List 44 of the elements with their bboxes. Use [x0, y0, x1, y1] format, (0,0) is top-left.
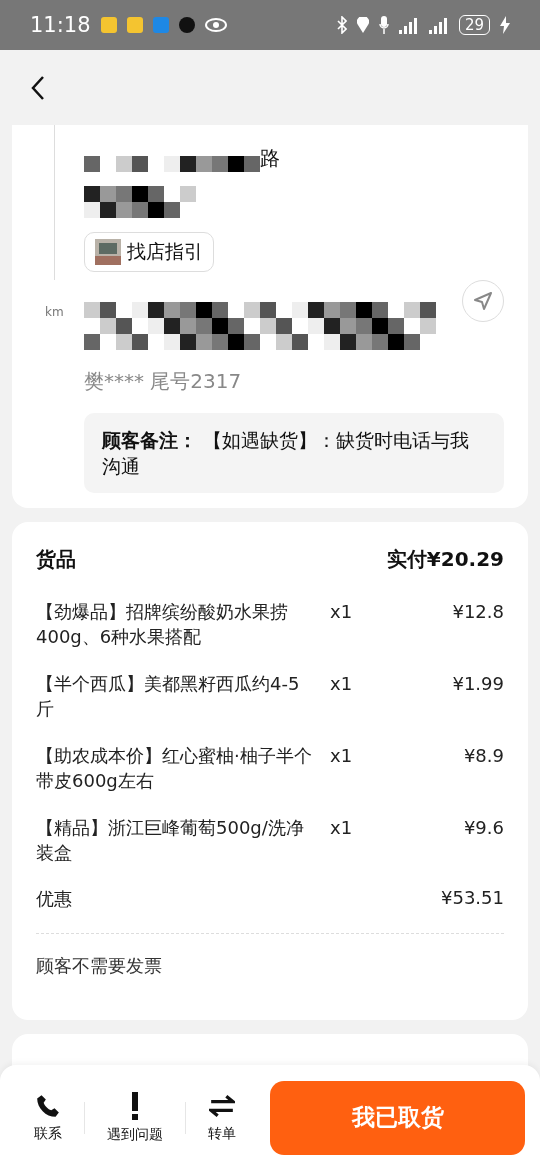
eye-icon: [204, 18, 227, 32]
status-time: 11:18: [30, 13, 91, 37]
signal-icon: [428, 16, 449, 34]
location-icon: [356, 17, 369, 33]
item-price: ¥12.8: [451, 600, 504, 624]
item-name: 【助农成本价】红心蜜柚·柚子半个带皮600g左右: [36, 744, 313, 793]
store-guide-button[interactable]: 找店指引: [84, 232, 214, 272]
app-icon: [100, 17, 117, 33]
navigation-icon: [473, 291, 493, 311]
discount-amount: ¥53.51: [441, 887, 504, 908]
action-button[interactable]: 转单: [186, 1092, 258, 1143]
action-button[interactable]: 联系: [12, 1092, 84, 1143]
item-quantity: x1: [330, 672, 354, 696]
address-text: 路: [260, 145, 280, 172]
charging-icon: [500, 16, 510, 34]
action-button[interactable]: 遇到问题: [85, 1091, 185, 1144]
battery-level: 29: [458, 15, 490, 35]
phone-icon: [35, 1092, 61, 1119]
item-price: ¥9.6: [462, 816, 504, 840]
folder-icon: [152, 17, 169, 33]
bluetooth-icon: [336, 16, 347, 34]
paid-total: 实付¥20.29: [386, 546, 504, 573]
signal-icon: [398, 16, 419, 34]
exclamation-icon: [130, 1091, 140, 1120]
discount-label: 优惠: [36, 887, 72, 911]
customer-note: 顾客备注： 【如遇缺货】：缺货时电话与我沟通: [84, 413, 504, 493]
item-name: 【精品】浙江巨峰葡萄500g/洗净装盒: [36, 816, 305, 865]
distance-unit: km: [45, 305, 64, 319]
item-price: ¥1.99: [451, 672, 504, 696]
item-name: 【半个西瓜】美都黑籽西瓜约4-5斤: [36, 672, 301, 721]
item-quantity: x1: [330, 744, 354, 768]
navigate-button[interactable]: [462, 280, 504, 322]
invoice-note: 顾客不需要发票: [36, 954, 163, 978]
item-quantity: x1: [330, 816, 354, 840]
item-name: 【劲爆品】招牌缤纷酸奶水果捞400g、6种水果搭配: [36, 600, 289, 649]
back-icon[interactable]: [30, 74, 46, 101]
avatar-icon: [178, 17, 195, 33]
item-quantity: x1: [330, 600, 354, 624]
app-icon: [126, 17, 143, 33]
microphone-icon: [378, 16, 389, 34]
goods-title: 货品: [36, 546, 76, 573]
customer-name: 樊**** 尾号2317: [84, 368, 243, 395]
swap-arrows-icon: [209, 1092, 235, 1119]
item-price: ¥8.9: [462, 744, 504, 768]
